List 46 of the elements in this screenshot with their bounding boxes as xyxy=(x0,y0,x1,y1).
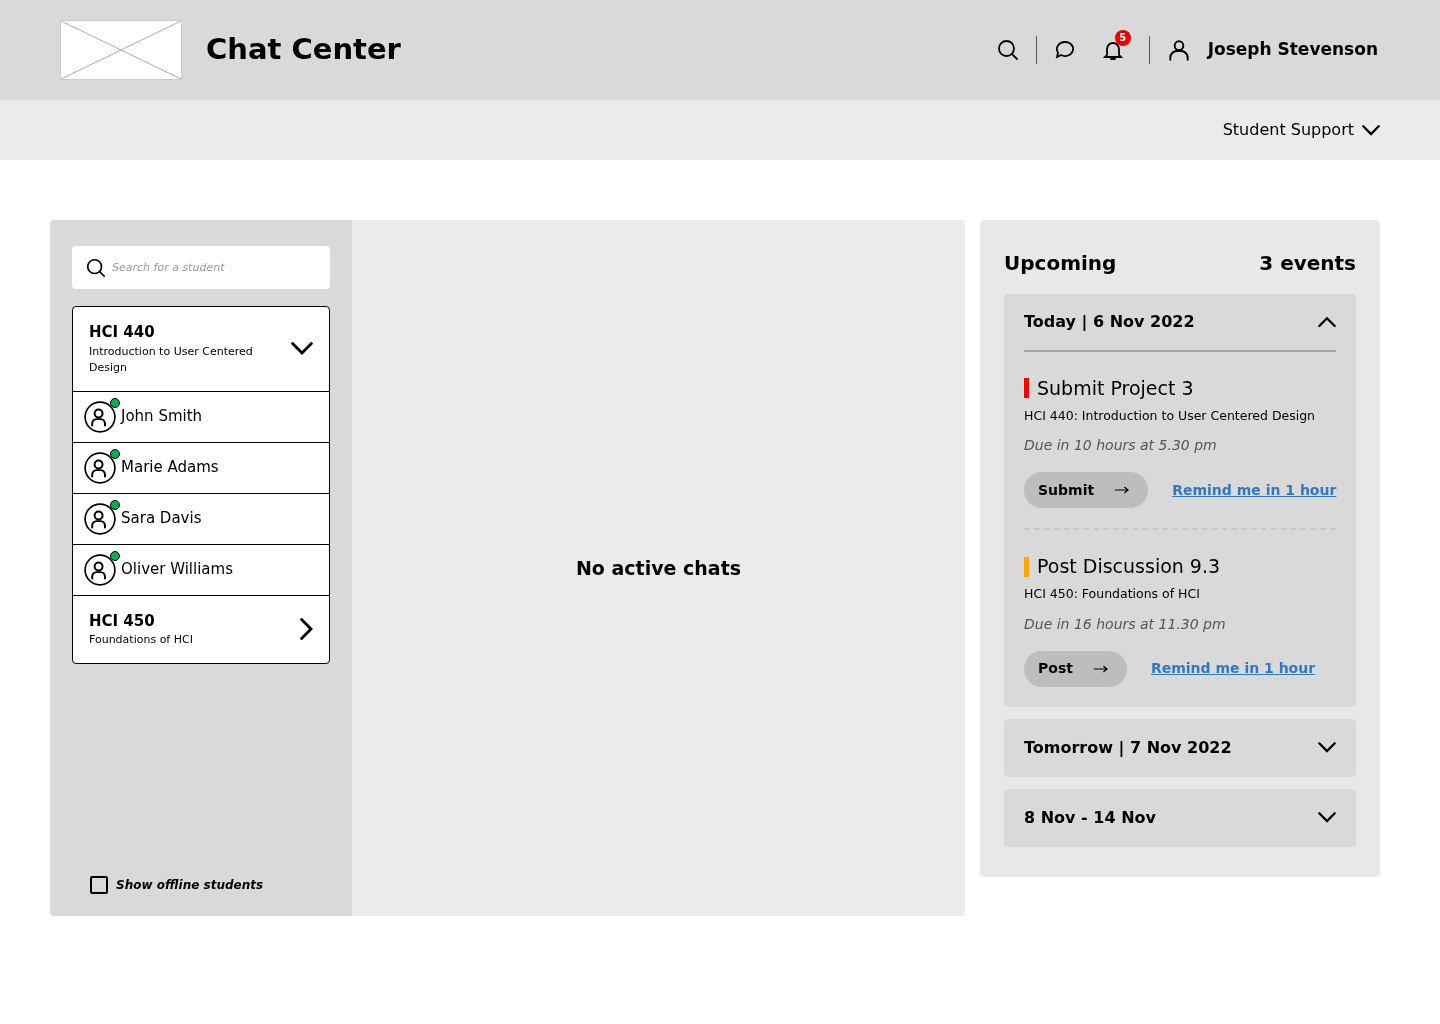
day-header[interactable]: 8 Nov - 14 Nov xyxy=(1024,788,1336,847)
chevron-down-icon xyxy=(291,342,313,356)
event-title: Post Discussion 9.3 xyxy=(1037,554,1221,580)
action-button[interactable]: Post xyxy=(1024,650,1127,687)
student-name: John Smith xyxy=(121,406,203,428)
user-avatar-icon xyxy=(83,552,117,587)
search-icon[interactable] xyxy=(995,38,1020,62)
course-header[interactable]: HCI 450 Foundations of HCI xyxy=(73,595,329,663)
panel-title: Upcoming xyxy=(1004,250,1117,277)
day-header[interactable]: Today | 6 Nov 2022 xyxy=(1024,294,1336,352)
search-field[interactable]: Search for a student xyxy=(72,246,330,289)
student-item[interactable]: Marie Adams xyxy=(73,442,329,494)
student-item[interactable]: John Smith xyxy=(73,391,329,443)
app-title: Chat Center xyxy=(206,31,401,69)
event-due: Due in 16 hours at 11.30 pm xyxy=(1024,614,1227,634)
event-count: 3 events xyxy=(1259,250,1356,277)
course-name: Foundations of HCI xyxy=(89,632,194,648)
chevron-down-icon xyxy=(1318,742,1336,753)
chevron-up-icon xyxy=(1318,316,1336,328)
course-code: HCI 440 xyxy=(89,322,156,343)
notification-badge: 5 xyxy=(1114,29,1131,46)
checkbox-label: Show offline students xyxy=(116,877,264,894)
user-avatar-icon xyxy=(83,501,117,536)
student-name: Oliver Williams xyxy=(121,559,233,581)
checkbox[interactable] xyxy=(90,876,108,894)
event-title: Submit Project 3 xyxy=(1037,376,1194,401)
course-name: Introduction to User Centered Design xyxy=(89,343,254,376)
student-item[interactable]: Sara Davis xyxy=(73,493,329,545)
user-name[interactable]: Joseph Stevenson xyxy=(1207,37,1378,63)
day-header[interactable]: Tomorrow | 7 Nov 2022 xyxy=(1024,718,1336,777)
empty-state-message: No active chats xyxy=(575,555,742,581)
course-code: HCI 450 xyxy=(89,610,156,632)
chevron-down-icon xyxy=(1318,812,1336,823)
course-header[interactable]: HCI 440 Introduction to User Centered Design xyxy=(73,307,329,392)
chevron-right-icon xyxy=(300,618,313,640)
event-due: Due in 10 hours at 5.30 pm xyxy=(1024,436,1218,456)
student-item[interactable]: Oliver Williams xyxy=(73,544,329,596)
chevron-down-icon xyxy=(1362,124,1380,136)
event-course: HCI 450: Foundations of HCI xyxy=(1024,584,1201,603)
department-dropdown[interactable]: Student Support xyxy=(1222,118,1380,142)
student-name: Sara Davis xyxy=(121,508,202,530)
action-button[interactable]: Submit xyxy=(1024,472,1149,509)
event-course: HCI 440: Introduction to User Centered Design xyxy=(1024,406,1317,425)
student-name: Marie Adams xyxy=(121,457,219,479)
user-avatar-icon xyxy=(83,399,117,434)
user-avatar-icon xyxy=(83,450,117,485)
